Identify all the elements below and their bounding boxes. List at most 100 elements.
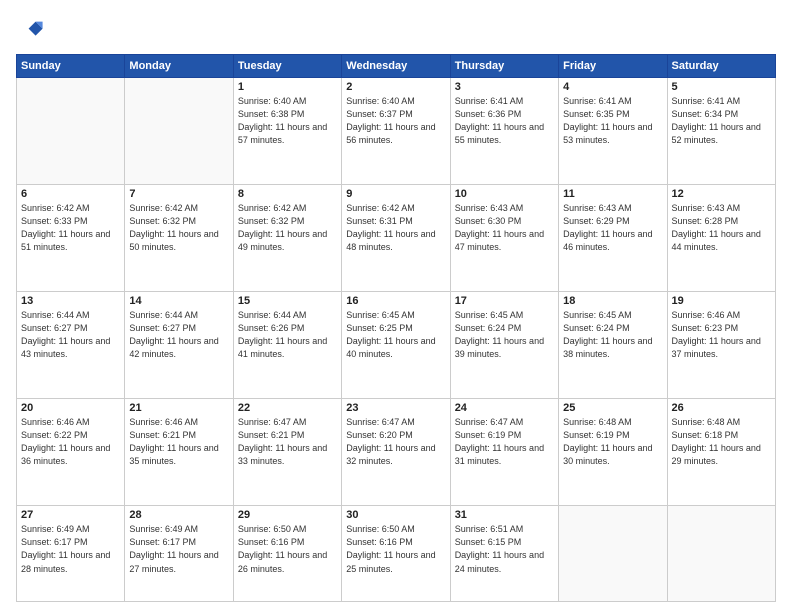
day-info: Sunrise: 6:50 AM Sunset: 6:16 PM Dayligh… xyxy=(238,523,337,575)
day-info: Sunrise: 6:46 AM Sunset: 6:22 PM Dayligh… xyxy=(21,416,120,468)
logo xyxy=(16,16,48,44)
calendar-cell: 4 Sunrise: 6:41 AM Sunset: 6:35 PM Daylig… xyxy=(559,78,667,185)
calendar-cell: 26 Sunrise: 6:48 AM Sunset: 6:18 PM Dayli… xyxy=(667,399,775,506)
calendar-cell: 12 Sunrise: 6:43 AM Sunset: 6:28 PM Dayli… xyxy=(667,185,775,292)
day-info: Sunrise: 6:44 AM Sunset: 6:26 PM Dayligh… xyxy=(238,309,337,361)
calendar-cell: 18 Sunrise: 6:45 AM Sunset: 6:24 PM Dayli… xyxy=(559,292,667,399)
day-number: 27 xyxy=(21,509,120,521)
week-row-1: 1 Sunrise: 6:40 AM Sunset: 6:38 PM Daylig… xyxy=(17,78,776,185)
day-number: 30 xyxy=(346,509,445,521)
calendar-cell: 2 Sunrise: 6:40 AM Sunset: 6:37 PM Daylig… xyxy=(342,78,450,185)
calendar-cell: 13 Sunrise: 6:44 AM Sunset: 6:27 PM Dayli… xyxy=(17,292,125,399)
calendar-cell: 27 Sunrise: 6:49 AM Sunset: 6:17 PM Dayli… xyxy=(17,506,125,602)
calendar-cell: 9Sunrise: 6:42 AM Sunset: 6:31 PM Daylig… xyxy=(342,185,450,292)
day-info: Sunrise: 6:50 AM Sunset: 6:16 PM Dayligh… xyxy=(346,523,445,575)
day-info: Sunrise: 6:51 AM Sunset: 6:15 PM Dayligh… xyxy=(455,523,554,575)
day-number: 3 xyxy=(455,81,554,93)
day-info: Sunrise: 6:42 AM Sunset: 6:33 PM Dayligh… xyxy=(21,202,120,254)
logo-icon xyxy=(16,16,44,44)
day-info: Sunrise: 6:49 AM Sunset: 6:17 PM Dayligh… xyxy=(21,523,120,575)
day-info: Sunrise: 6:44 AM Sunset: 6:27 PM Dayligh… xyxy=(21,309,120,361)
day-number: 1 xyxy=(238,81,337,93)
week-row-4: 20 Sunrise: 6:46 AM Sunset: 6:22 PM Dayli… xyxy=(17,399,776,506)
calendar-cell xyxy=(667,506,775,602)
week-row-3: 13 Sunrise: 6:44 AM Sunset: 6:27 PM Dayli… xyxy=(17,292,776,399)
weekday-header-monday: Monday xyxy=(125,55,233,78)
day-number: 26 xyxy=(672,402,771,414)
day-info: Sunrise: 6:46 AM Sunset: 6:21 PM Dayligh… xyxy=(129,416,228,468)
day-info: Sunrise: 6:41 AM Sunset: 6:35 PM Dayligh… xyxy=(563,95,662,147)
day-info: Sunrise: 6:43 AM Sunset: 6:30 PM Dayligh… xyxy=(455,202,554,254)
day-number: 11 xyxy=(563,188,662,200)
day-number: 18 xyxy=(563,295,662,307)
day-number: 31 xyxy=(455,509,554,521)
calendar-cell: 30 Sunrise: 6:50 AM Sunset: 6:16 PM Dayli… xyxy=(342,506,450,602)
calendar-cell: 29 Sunrise: 6:50 AM Sunset: 6:16 PM Dayli… xyxy=(233,506,341,602)
day-number: 16 xyxy=(346,295,445,307)
weekday-header-row: SundayMondayTuesdayWednesdayThursdayFrid… xyxy=(17,55,776,78)
day-number: 10 xyxy=(455,188,554,200)
calendar-cell: 21 Sunrise: 6:46 AM Sunset: 6:21 PM Dayli… xyxy=(125,399,233,506)
day-number: 29 xyxy=(238,509,337,521)
day-number: 19 xyxy=(672,295,771,307)
day-number: 21 xyxy=(129,402,228,414)
day-number: 25 xyxy=(563,402,662,414)
day-number: 14 xyxy=(129,295,228,307)
day-info: Sunrise: 6:40 AM Sunset: 6:38 PM Dayligh… xyxy=(238,95,337,147)
weekday-header-thursday: Thursday xyxy=(450,55,558,78)
day-info: Sunrise: 6:47 AM Sunset: 6:20 PM Dayligh… xyxy=(346,416,445,468)
weekday-header-tuesday: Tuesday xyxy=(233,55,341,78)
day-info: Sunrise: 6:47 AM Sunset: 6:19 PM Dayligh… xyxy=(455,416,554,468)
day-info: Sunrise: 6:40 AM Sunset: 6:37 PM Dayligh… xyxy=(346,95,445,147)
day-info: Sunrise: 6:44 AM Sunset: 6:27 PM Dayligh… xyxy=(129,309,228,361)
calendar-cell: 17Sunrise: 6:45 AM Sunset: 6:24 PM Dayli… xyxy=(450,292,558,399)
calendar-cell: 23 Sunrise: 6:47 AM Sunset: 6:20 PM Dayli… xyxy=(342,399,450,506)
week-row-2: 6 Sunrise: 6:42 AM Sunset: 6:33 PM Daylig… xyxy=(17,185,776,292)
calendar-cell: 28 Sunrise: 6:49 AM Sunset: 6:17 PM Dayli… xyxy=(125,506,233,602)
calendar-cell xyxy=(17,78,125,185)
calendar-cell xyxy=(125,78,233,185)
calendar-cell: 22Sunrise: 6:47 AM Sunset: 6:21 PM Dayli… xyxy=(233,399,341,506)
weekday-header-saturday: Saturday xyxy=(667,55,775,78)
header xyxy=(16,16,776,44)
day-info: Sunrise: 6:49 AM Sunset: 6:17 PM Dayligh… xyxy=(129,523,228,575)
calendar-cell: 3 Sunrise: 6:41 AM Sunset: 6:36 PM Daylig… xyxy=(450,78,558,185)
calendar-cell: 15 Sunrise: 6:44 AM Sunset: 6:26 PM Dayli… xyxy=(233,292,341,399)
calendar-cell: 14 Sunrise: 6:44 AM Sunset: 6:27 PM Dayli… xyxy=(125,292,233,399)
calendar-cell: 24 Sunrise: 6:47 AM Sunset: 6:19 PM Dayli… xyxy=(450,399,558,506)
day-number: 13 xyxy=(21,295,120,307)
week-row-5: 27 Sunrise: 6:49 AM Sunset: 6:17 PM Dayli… xyxy=(17,506,776,602)
day-number: 28 xyxy=(129,509,228,521)
day-number: 23 xyxy=(346,402,445,414)
day-number: 5 xyxy=(672,81,771,93)
day-info: Sunrise: 6:42 AM Sunset: 6:32 PM Dayligh… xyxy=(238,202,337,254)
calendar-table: SundayMondayTuesdayWednesdayThursdayFrid… xyxy=(16,54,776,602)
day-info: Sunrise: 6:43 AM Sunset: 6:29 PM Dayligh… xyxy=(563,202,662,254)
page: SundayMondayTuesdayWednesdayThursdayFrid… xyxy=(0,0,792,612)
day-info: Sunrise: 6:48 AM Sunset: 6:18 PM Dayligh… xyxy=(672,416,771,468)
calendar-cell: 19 Sunrise: 6:46 AM Sunset: 6:23 PM Dayli… xyxy=(667,292,775,399)
calendar-cell: 8Sunrise: 6:42 AM Sunset: 6:32 PM Daylig… xyxy=(233,185,341,292)
day-info: Sunrise: 6:42 AM Sunset: 6:31 PM Dayligh… xyxy=(346,202,445,254)
day-info: Sunrise: 6:41 AM Sunset: 6:36 PM Dayligh… xyxy=(455,95,554,147)
day-info: Sunrise: 6:45 AM Sunset: 6:24 PM Dayligh… xyxy=(563,309,662,361)
day-number: 22 xyxy=(238,402,337,414)
day-info: Sunrise: 6:43 AM Sunset: 6:28 PM Dayligh… xyxy=(672,202,771,254)
weekday-header-friday: Friday xyxy=(559,55,667,78)
day-number: 4 xyxy=(563,81,662,93)
day-number: 6 xyxy=(21,188,120,200)
day-info: Sunrise: 6:46 AM Sunset: 6:23 PM Dayligh… xyxy=(672,309,771,361)
day-number: 2 xyxy=(346,81,445,93)
calendar-cell: 6 Sunrise: 6:42 AM Sunset: 6:33 PM Daylig… xyxy=(17,185,125,292)
calendar-cell: 5Sunrise: 6:41 AM Sunset: 6:34 PM Daylig… xyxy=(667,78,775,185)
calendar-cell: 20 Sunrise: 6:46 AM Sunset: 6:22 PM Dayli… xyxy=(17,399,125,506)
weekday-header-sunday: Sunday xyxy=(17,55,125,78)
day-number: 15 xyxy=(238,295,337,307)
day-info: Sunrise: 6:45 AM Sunset: 6:25 PM Dayligh… xyxy=(346,309,445,361)
day-number: 7 xyxy=(129,188,228,200)
day-number: 24 xyxy=(455,402,554,414)
calendar-cell xyxy=(559,506,667,602)
day-number: 20 xyxy=(21,402,120,414)
day-number: 17 xyxy=(455,295,554,307)
day-number: 12 xyxy=(672,188,771,200)
